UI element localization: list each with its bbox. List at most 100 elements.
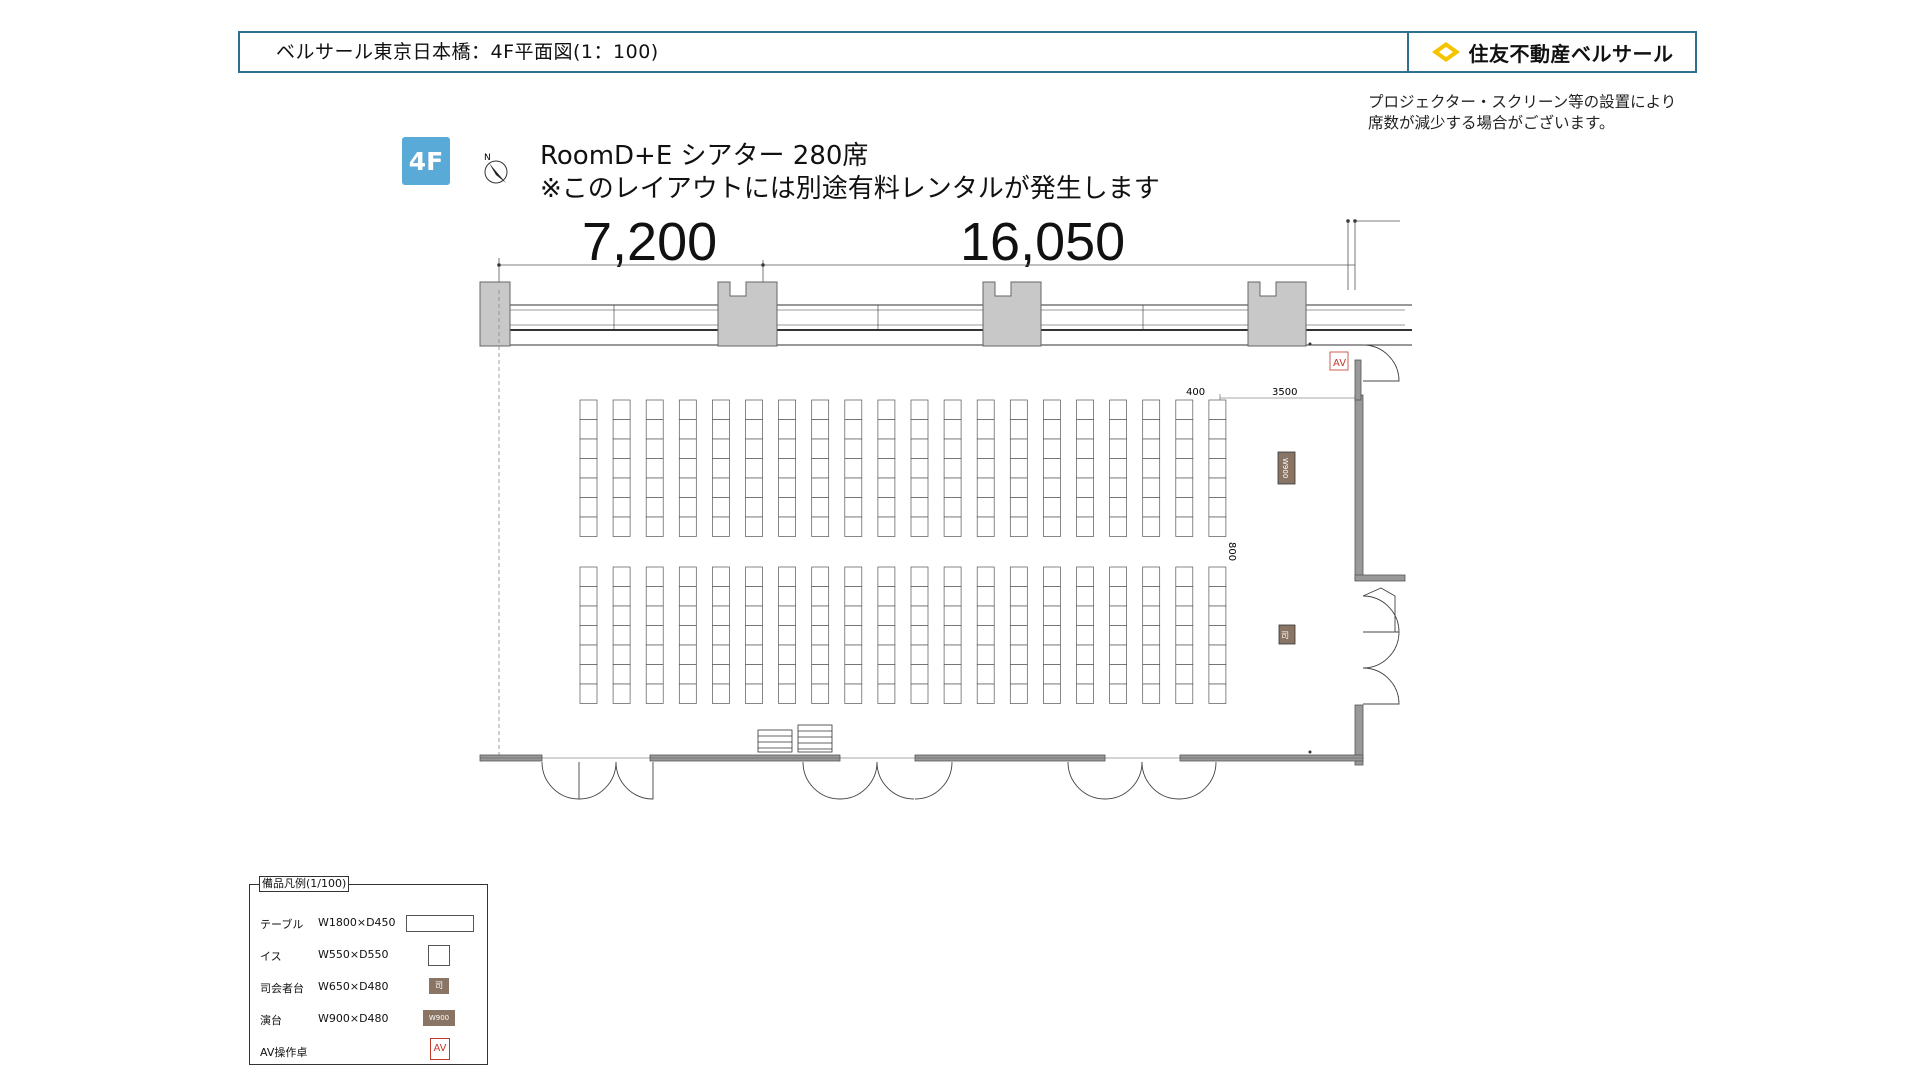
chair — [1109, 458, 1127, 479]
chair — [1208, 399, 1227, 420]
chair — [943, 644, 962, 665]
legend-label: AV操作卓 — [260, 1046, 308, 1059]
chair — [1009, 586, 1028, 607]
chair — [943, 625, 962, 646]
chair — [844, 399, 863, 420]
chair — [1208, 458, 1227, 479]
chair — [1109, 477, 1127, 498]
chair — [877, 438, 896, 459]
chair — [678, 497, 697, 518]
chair — [1076, 516, 1094, 537]
chair — [712, 683, 730, 704]
chair — [943, 399, 962, 420]
chair — [1175, 516, 1194, 537]
chair — [778, 625, 796, 646]
compass-icon: N — [484, 153, 508, 184]
chair — [943, 516, 962, 537]
chair — [678, 644, 697, 665]
chair — [778, 477, 796, 498]
chair — [976, 497, 995, 518]
chair — [1076, 586, 1094, 607]
chair — [1076, 419, 1094, 440]
chair — [579, 586, 598, 607]
chair — [1208, 438, 1227, 459]
chair — [1043, 566, 1061, 587]
chair — [943, 566, 962, 587]
legend-dim: W900×D480 — [318, 1012, 389, 1025]
chair — [976, 664, 995, 685]
chair — [910, 458, 929, 479]
chair — [1109, 605, 1127, 626]
chair — [678, 399, 697, 420]
chair — [1142, 586, 1161, 607]
chair — [579, 625, 598, 646]
chair — [1109, 399, 1127, 420]
chair — [1109, 497, 1127, 518]
chair — [778, 458, 796, 479]
chair — [612, 683, 631, 704]
chair — [579, 497, 598, 518]
chair — [976, 438, 995, 459]
chair — [811, 586, 830, 607]
chair — [712, 664, 730, 685]
chair — [612, 644, 631, 665]
chair — [745, 605, 763, 626]
chair — [645, 644, 664, 665]
chair — [844, 605, 863, 626]
chair — [811, 497, 830, 518]
chair — [612, 516, 631, 537]
chair — [1009, 605, 1028, 626]
chair — [1142, 625, 1161, 646]
chair — [877, 664, 896, 685]
chair — [1142, 419, 1161, 440]
chair — [910, 497, 929, 518]
chair — [844, 644, 863, 665]
chair — [811, 605, 830, 626]
chair — [811, 438, 830, 459]
dim-800: 800 — [1226, 542, 1237, 561]
chair — [1076, 477, 1094, 498]
chair — [712, 438, 730, 459]
chair — [712, 566, 730, 587]
legend-row-mc: 司会者台 W650×D480 司 — [260, 975, 480, 999]
chair — [976, 586, 995, 607]
chair — [877, 458, 896, 479]
chair — [1208, 644, 1227, 665]
chair — [976, 566, 995, 587]
chair — [910, 586, 929, 607]
chair — [1043, 683, 1061, 704]
chair — [877, 566, 896, 587]
av-desk: AV — [1329, 351, 1349, 371]
chair — [1076, 625, 1094, 646]
table-symbol-icon — [406, 915, 474, 932]
chair — [844, 566, 863, 587]
chair — [877, 644, 896, 665]
bottom-wall — [479, 754, 1364, 762]
chair — [1009, 516, 1028, 537]
chair — [976, 419, 995, 440]
chair — [943, 683, 962, 704]
chair — [1009, 458, 1028, 479]
chair — [579, 399, 598, 420]
chair — [1142, 683, 1161, 704]
chair — [1208, 664, 1227, 685]
chair — [645, 664, 664, 685]
chair — [976, 458, 995, 479]
chair — [910, 438, 929, 459]
chair — [1043, 644, 1061, 665]
chair — [1208, 586, 1227, 607]
chair — [1142, 664, 1161, 685]
chair — [877, 605, 896, 626]
chair — [943, 664, 962, 685]
chair — [645, 438, 664, 459]
legend-row-chair: イス W550×D550 — [260, 943, 480, 967]
chair — [1208, 477, 1227, 498]
chair — [1208, 419, 1227, 440]
stacked-chairs — [757, 724, 833, 753]
chair — [579, 419, 598, 440]
chair — [678, 419, 697, 440]
chair — [778, 516, 796, 537]
chair — [1109, 419, 1127, 440]
chair — [579, 683, 598, 704]
chair — [1043, 438, 1061, 459]
